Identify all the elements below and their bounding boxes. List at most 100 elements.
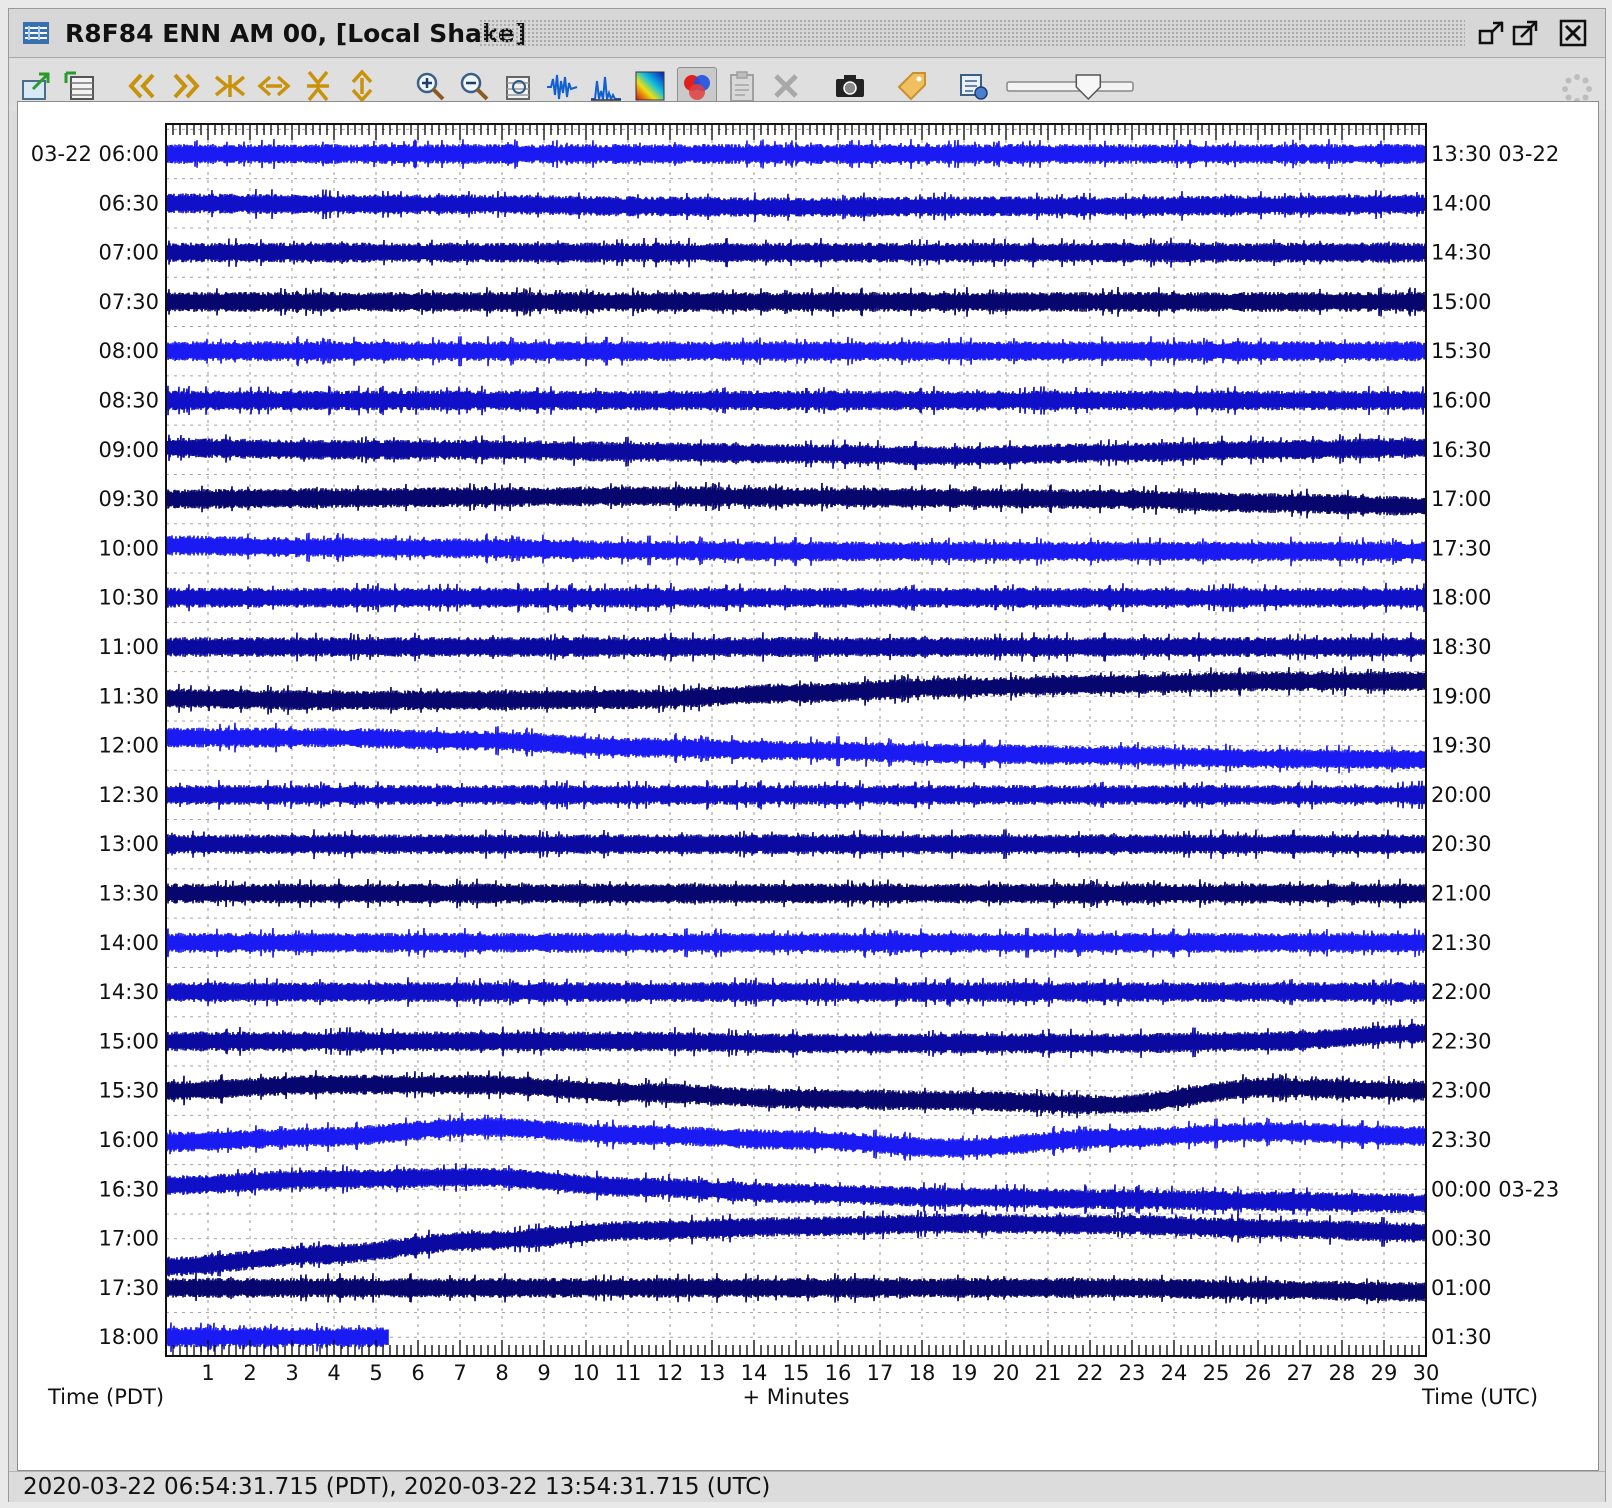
trace-core [166, 441, 1426, 463]
x-tick-label: 21 [1035, 1361, 1062, 1385]
clear-icon[interactable] [769, 69, 803, 103]
title-bar-grip [479, 19, 1465, 47]
x-tick-label: 19 [951, 1361, 978, 1385]
spectrogram-icon[interactable] [633, 69, 667, 103]
expand-horizontal-icon[interactable] [257, 69, 291, 103]
row-label-utc: 17:30 [1431, 536, 1492, 560]
row-label-local: 15:30 [98, 1079, 159, 1103]
x-tick-label: 28 [1329, 1361, 1356, 1385]
row-label-local: 14:30 [98, 980, 159, 1004]
row-label-local: 17:00 [98, 1227, 159, 1251]
window-title: R8F84 ENN AM 00, [Local Shake] [65, 19, 527, 48]
row-label-utc: 20:30 [1431, 832, 1492, 856]
x-tick-label: 4 [327, 1361, 340, 1385]
layout-icon[interactable] [63, 69, 97, 103]
x-tick-label: 20 [993, 1361, 1020, 1385]
helicorder-panel[interactable]: 03-22 06:00 13:30 03-22 06:30 14:00 07:00 14:… [17, 101, 1599, 1471]
trace-core [166, 196, 1426, 214]
x-tick-label: 3 [285, 1361, 298, 1385]
row-label-utc: 01:00 [1431, 1276, 1492, 1300]
row-label-local: 08:00 [98, 339, 159, 363]
trace-core [166, 1281, 1426, 1299]
settings-icon[interactable] [957, 69, 991, 103]
x-tick-label: 2 [243, 1361, 256, 1385]
helicorder-plot[interactable]: 03-22 06:00 13:30 03-22 06:30 14:00 07:00 14:… [18, 102, 1598, 1470]
trace-core [166, 538, 1426, 558]
row-label-utc: 17:00 [1431, 487, 1492, 511]
x-tick-label: 14 [741, 1361, 768, 1385]
x-tick-label: 10 [573, 1361, 600, 1385]
x-axis-title: + Minutes [743, 1385, 850, 1409]
row-label-utc: 18:00 [1431, 586, 1492, 610]
row-label-local: 10:00 [98, 536, 159, 560]
minimize-icon[interactable] [1477, 19, 1505, 47]
status-bar: 2020-03-22 06:54:31.715 (PDT), 2020-03-2… [9, 1471, 1605, 1502]
scroll-left-icon[interactable] [125, 69, 159, 103]
row-label-local: 07:30 [98, 290, 159, 314]
spectrum-icon[interactable] [589, 69, 623, 103]
row-label-local: 12:30 [98, 783, 159, 807]
row-label-local: 11:00 [98, 635, 159, 659]
x-tick-label: 12 [657, 1361, 684, 1385]
trace-core [166, 1026, 1426, 1050]
row-label-utc: 21:30 [1431, 931, 1492, 955]
status-timestamp: 2020-03-22 06:54:31.715 (PDT), 2020-03-2… [23, 1474, 771, 1500]
row-label-utc: 14:00 [1431, 191, 1492, 215]
row-label-local: 13:00 [98, 832, 159, 856]
row-label-utc: 19:00 [1431, 684, 1492, 708]
maximize-icon[interactable] [1511, 19, 1539, 47]
trace-row [166, 1209, 1426, 1277]
title-bar[interactable]: R8F84 ENN AM 00, [Local Shake] [9, 9, 1605, 58]
app-icon [21, 18, 53, 52]
x-tick-label: 6 [411, 1361, 424, 1385]
zoom-fit-icon[interactable] [501, 69, 535, 103]
x-tick-label: 15 [783, 1361, 810, 1385]
right-axis-title: Time (UTC) [1421, 1385, 1538, 1409]
row-label-local: 07:00 [98, 241, 159, 265]
row-label-utc: 23:00 [1431, 1079, 1492, 1103]
clipboard-icon[interactable] [725, 69, 759, 103]
compress-vertical-icon[interactable] [301, 69, 335, 103]
row-label-local: 16:30 [98, 1177, 159, 1201]
row-label-utc: 18:30 [1431, 635, 1492, 659]
scroll-right-icon[interactable] [169, 69, 203, 103]
compress-horizontal-icon[interactable] [213, 69, 247, 103]
row-label-local: 14:00 [98, 931, 159, 955]
x-tick-label: 29 [1371, 1361, 1398, 1385]
tag-icon[interactable] [895, 69, 929, 103]
close-icon[interactable] [1559, 19, 1587, 47]
row-label-utc: 23:30 [1431, 1128, 1492, 1152]
export-icon[interactable] [19, 69, 53, 103]
x-tick-label: 1 [201, 1361, 214, 1385]
row-label-utc: 01:30 [1431, 1325, 1492, 1349]
zoom-in-icon[interactable] [413, 69, 447, 103]
row-label-local: 09:00 [98, 438, 159, 462]
x-tick-label: 17 [867, 1361, 894, 1385]
row-label-utc: 00:00 03-23 [1431, 1177, 1559, 1201]
top-tick-marks [165, 124, 1427, 140]
x-tick-label: 26 [1245, 1361, 1272, 1385]
x-tick-label: 13 [699, 1361, 726, 1385]
x-tick-label: 18 [909, 1361, 936, 1385]
row-label-utc: 13:30 03-22 [1431, 142, 1559, 166]
row-label-utc: 15:30 [1431, 339, 1492, 363]
row-label-utc: 21:00 [1431, 882, 1492, 906]
waveform-icon[interactable] [545, 69, 579, 103]
row-label-utc: 22:00 [1431, 980, 1492, 1004]
row-label-local: 11:30 [98, 684, 159, 708]
row-label-local: 06:30 [98, 191, 159, 215]
expand-vertical-icon[interactable] [345, 69, 379, 103]
trace-core [166, 1120, 1426, 1155]
x-tick-label: 9 [537, 1361, 550, 1385]
row-label-local: 10:30 [98, 586, 159, 610]
x-tick-label: 7 [453, 1361, 466, 1385]
row-label-utc: 16:30 [1431, 438, 1492, 462]
row-label-utc: 16:00 [1431, 389, 1492, 413]
x-tick-label: 27 [1287, 1361, 1314, 1385]
zoom-out-icon[interactable] [457, 69, 491, 103]
x-tick-label: 11 [615, 1361, 642, 1385]
zoom-slider[interactable] [1005, 71, 1145, 101]
seismic-traces [166, 139, 1426, 1352]
x-tick-label: 8 [495, 1361, 508, 1385]
camera-icon[interactable] [833, 69, 867, 103]
